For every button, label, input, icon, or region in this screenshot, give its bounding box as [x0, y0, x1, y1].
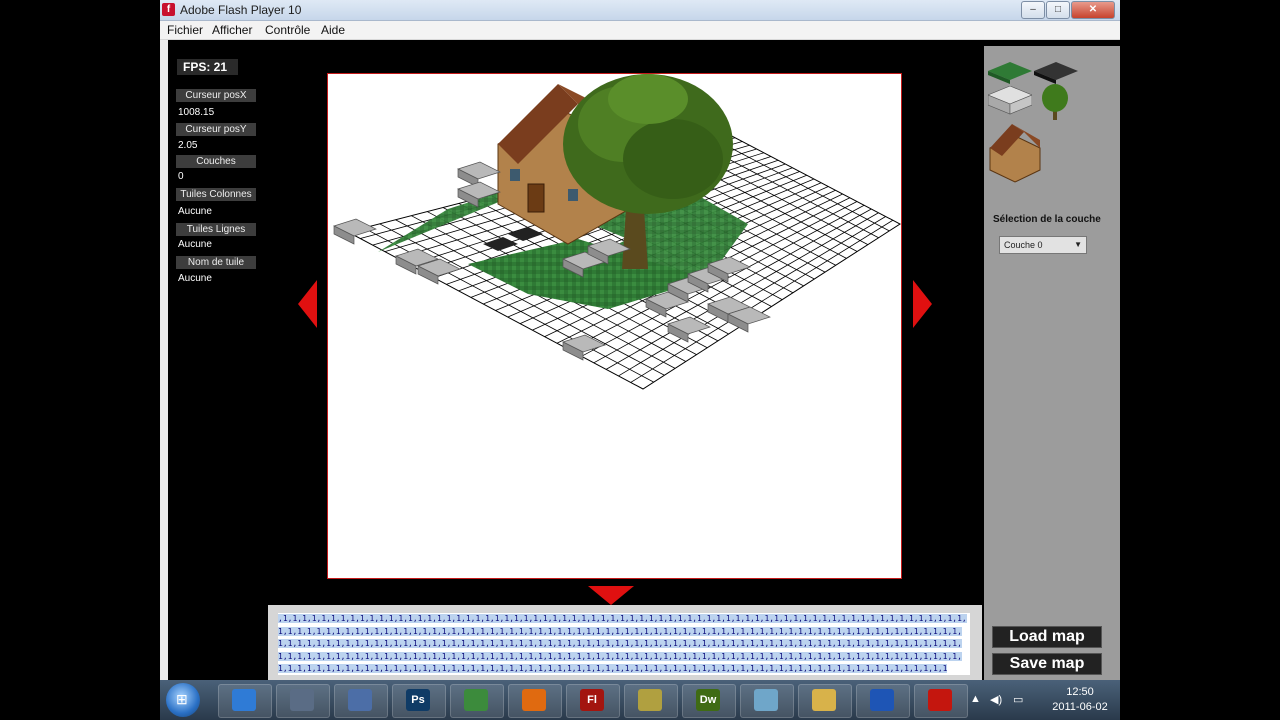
close-button[interactable]: ✕	[1071, 1, 1115, 19]
taskbar-app-dreamweaver[interactable]: Dw	[682, 684, 736, 718]
menu-fichier[interactable]: Fichier	[167, 23, 203, 37]
info-panel: FPS: 21 Curseur posX 1008.15 Curseur pos…	[168, 40, 260, 680]
cursor-posy-label: Curseur posY	[176, 123, 256, 136]
clock-date: 2011-06-02	[1052, 701, 1108, 713]
network-icon	[290, 689, 314, 711]
layer-select[interactable]: Couche 0 ▼	[999, 236, 1087, 254]
winamp-icon	[638, 689, 662, 711]
maximize-button[interactable]: □	[1046, 1, 1070, 19]
tile-palette-panel: Sélection de la couche Couche 0 ▼ Load m…	[984, 46, 1120, 680]
tile-name-value: Aucune	[178, 273, 212, 284]
app-window: f Adobe Flash Player 10 – □ ✕ Fichier Af…	[160, 0, 1120, 720]
map-canvas[interactable]	[327, 73, 902, 579]
map-data-text: ,1,1,1,1,1,1,1,1,1,1,1,1,1,1,1,1,1,1,1,1…	[278, 614, 967, 673]
cursor-posy-value: 2.05	[178, 140, 198, 151]
scroll-right-arrow-icon[interactable]	[913, 280, 932, 328]
minimize-button[interactable]: –	[1021, 1, 1045, 19]
volume-icon[interactable]: ◀)	[990, 693, 1002, 706]
stone-tile-icon[interactable]	[988, 86, 1032, 116]
tile-rows-value: Aucune	[178, 239, 212, 250]
taskbar-app-network[interactable]	[276, 684, 330, 718]
ftp-icon	[348, 689, 372, 711]
network-tray-icon[interactable]: ▭	[1013, 693, 1023, 706]
map-data-panel: ,1,1,1,1,1,1,1,1,1,1,1,1,1,1,1,1,1,1,1,1…	[268, 605, 982, 680]
start-button[interactable]: ⊞	[166, 683, 200, 717]
title-bar: f Adobe Flash Player 10 – □ ✕	[160, 0, 1120, 21]
system-tray: ▲ ◀) ▭ 12:50 2011-06-02	[965, 680, 1120, 720]
windows-logo-icon: ⊞	[176, 691, 188, 707]
flash-cs-icon: Fl	[580, 689, 604, 711]
layers-value: 0	[178, 171, 184, 182]
tree-tile-icon[interactable]	[1040, 82, 1070, 122]
flash-player-icon	[928, 689, 952, 711]
folder-icon	[812, 689, 836, 711]
photoshop-icon: Ps	[406, 689, 430, 711]
tile-columns-value: Aucune	[178, 206, 212, 217]
dreamweaver-icon: Dw	[696, 689, 720, 711]
scroll-left-arrow-icon[interactable]	[298, 280, 317, 328]
taskbar-app-flash-cs[interactable]: Fl	[566, 684, 620, 718]
layer-selection-title: Sélection de la couche	[993, 214, 1101, 225]
taskbar: ⊞ Ps Fl Dw ▲ ◀) ▭ 12:50 2011-06-02	[160, 680, 1120, 720]
save-map-button[interactable]: Save map	[992, 653, 1102, 675]
house-tile-icon[interactable]	[984, 118, 1046, 184]
cursor-posx-label: Curseur posX	[176, 89, 256, 102]
tile-name-label: Nom de tuile	[176, 256, 256, 269]
map-data-textarea[interactable]: ,1,1,1,1,1,1,1,1,1,1,1,1,1,1,1,1,1,1,1,1…	[278, 613, 970, 675]
app-window-icon	[870, 689, 894, 711]
menu-bar: Fichier Afficher Contrôle Aide	[160, 21, 1120, 40]
firefox-icon	[522, 689, 546, 711]
taskbar-app-photoshop[interactable]: Ps	[392, 684, 446, 718]
fps-counter: FPS: 21	[177, 59, 238, 75]
isometric-map	[333, 74, 901, 390]
notepad-icon	[754, 689, 778, 711]
maximize-icon: □	[1054, 4, 1062, 15]
taskbar-app-firefox[interactable]	[508, 684, 562, 718]
clock[interactable]: 12:50 2011-06-02	[1040, 685, 1120, 715]
scroll-down-arrow-icon[interactable]	[588, 586, 634, 605]
taskbar-app-messenger[interactable]	[450, 684, 504, 718]
flash-icon: f	[162, 3, 175, 16]
tile-columns-label: Tuiles Colonnes	[176, 188, 256, 201]
layer-select-value: Couche 0	[1004, 240, 1043, 250]
menu-controle[interactable]: Contrôle	[265, 23, 310, 37]
show-hidden-icons-icon[interactable]: ▲	[970, 693, 981, 705]
load-map-button[interactable]: Load map	[992, 626, 1102, 648]
taskbar-app-app-window[interactable]	[856, 684, 910, 718]
taskbar-app-flash-player[interactable]	[914, 684, 968, 718]
chevron-down-icon: ▼	[1074, 240, 1082, 249]
grass-tile-icon[interactable]	[988, 62, 1032, 84]
dark-tile-icon[interactable]	[1034, 62, 1078, 84]
minimize-icon: –	[1030, 4, 1036, 15]
taskbar-app-internet-explorer[interactable]	[218, 684, 272, 718]
tile-rows-label: Tuiles Lignes	[176, 223, 256, 236]
layers-label: Couches	[176, 155, 256, 168]
taskbar-app-folder[interactable]	[798, 684, 852, 718]
clock-time: 12:50	[1066, 686, 1094, 698]
menu-aide[interactable]: Aide	[321, 23, 345, 37]
taskbar-app-notepad[interactable]	[740, 684, 794, 718]
internet-explorer-icon	[232, 689, 256, 711]
messenger-icon	[464, 689, 488, 711]
taskbar-app-ftp[interactable]	[334, 684, 388, 718]
taskbar-app-winamp[interactable]	[624, 684, 678, 718]
cursor-posx-value: 1008.15	[178, 107, 215, 118]
flash-stage: FPS: 21 Curseur posX 1008.15 Curseur pos…	[168, 40, 1120, 680]
menu-afficher[interactable]: Afficher	[212, 23, 252, 37]
window-title: Adobe Flash Player 10	[180, 3, 302, 17]
close-icon: ✕	[1088, 4, 1098, 15]
